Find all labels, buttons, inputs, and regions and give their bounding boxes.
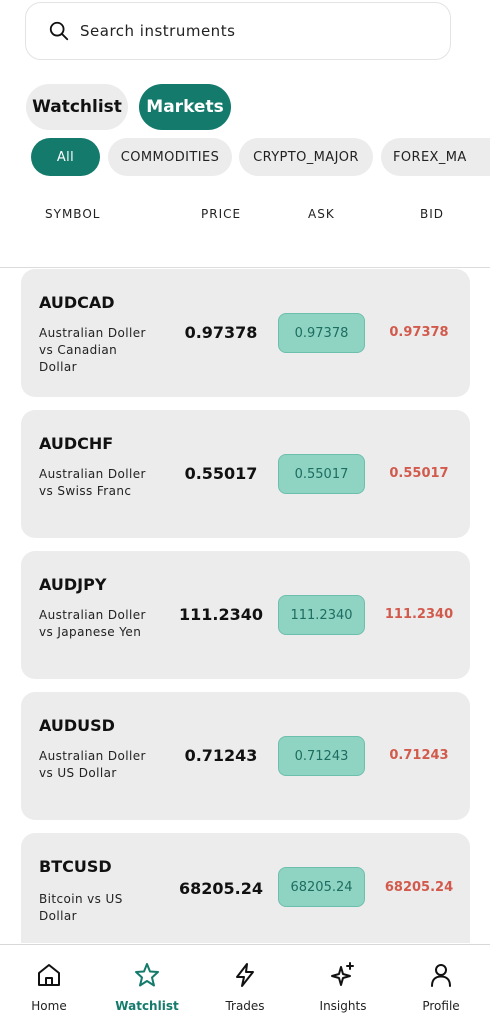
filter-chip-forex-major[interactable]: FOREX_MA: [381, 138, 490, 176]
instrument-price: 0.71243: [184, 746, 258, 765]
bid-price[interactable]: 111.2340: [377, 607, 461, 622]
home-icon: [38, 964, 60, 986]
column-header-ask: ASK: [308, 207, 335, 221]
ask-button[interactable]: 0.71243: [278, 736, 365, 776]
lightning-icon: [236, 963, 254, 987]
nav-item-insights[interactable]: Insights: [303, 961, 383, 1013]
segment-markets[interactable]: Markets: [139, 84, 231, 130]
filter-chip-all[interactable]: All: [31, 138, 100, 176]
ask-button[interactable]: 111.2340: [278, 595, 365, 635]
instrument-card[interactable]: BTCUSD Bitcoin vs US Dollar 68205.24 682…: [21, 833, 470, 943]
filter-chip-commodities[interactable]: COMMODITIES: [108, 138, 232, 176]
instrument-symbol: AUDJPY: [39, 575, 107, 594]
nav-item-watchlist[interactable]: Watchlist: [107, 961, 187, 1013]
header-divider: [0, 267, 490, 268]
app-screen: Watchlist Markets All COMMODITIES CRYPTO…: [0, 0, 490, 1024]
ask-button[interactable]: 68205.24: [278, 867, 365, 907]
instrument-price: 0.97378: [184, 323, 258, 342]
sparkle-icon: [331, 962, 354, 986]
instrument-symbol: AUDCHF: [39, 434, 114, 453]
person-icon: [431, 964, 451, 987]
instrument-symbol: AUDCAD: [39, 293, 115, 312]
bid-price[interactable]: 0.97378: [377, 325, 461, 340]
instrument-symbol: BTCUSD: [39, 857, 112, 876]
instrument-price: 68205.24: [178, 879, 263, 898]
instrument-card[interactable]: AUDJPY Australian Doller vs Japanese Yen…: [21, 551, 470, 679]
search-icon: [49, 21, 69, 41]
instrument-price: 111.2340: [178, 605, 263, 624]
segment-watchlist[interactable]: Watchlist: [26, 84, 128, 130]
column-header-symbol: SYMBOL: [45, 207, 101, 221]
instrument-card[interactable]: AUDCAD Australian Doller vs Canadian Dol…: [21, 269, 470, 397]
instrument-price: 0.55017: [184, 464, 258, 483]
instrument-description: Australian Doller vs Swiss Franc: [39, 467, 146, 498]
instrument-description: Bitcoin vs US Dollar: [39, 892, 123, 923]
instrument-symbol: AUDUSD: [39, 716, 115, 735]
nav-item-trades[interactable]: Trades: [205, 961, 285, 1013]
column-header-price: PRICE: [201, 207, 242, 221]
nav-label-trades: Trades: [225, 999, 265, 1013]
search-bar[interactable]: [25, 2, 451, 60]
star-icon: [135, 963, 159, 987]
filter-chip-crypto-major[interactable]: CRYPTO_MAJOR: [239, 138, 373, 176]
instrument-description: Australian Doller vs Japanese Yen: [39, 608, 146, 639]
instrument-description: Australian Doller vs US Dollar: [39, 749, 146, 780]
filter-chips: All COMMODITIES CRYPTO_MAJOR FOREX_MA: [0, 138, 490, 178]
instrument-card[interactable]: AUDUSD Australian Doller vs US Dollar 0.…: [21, 692, 470, 820]
instrument-card[interactable]: AUDCHF Australian Doller vs Swiss Franc …: [21, 410, 470, 538]
ask-button[interactable]: 0.97378: [278, 313, 365, 353]
nav-label-profile: Profile: [422, 999, 460, 1013]
ask-button[interactable]: 0.55017: [278, 454, 365, 494]
bid-price[interactable]: 0.55017: [377, 466, 461, 481]
bid-price[interactable]: 68205.24: [377, 880, 461, 895]
column-header-bid: BID: [420, 207, 445, 221]
nav-label-watchlist: Watchlist: [115, 999, 179, 1013]
nav-label-home: Home: [31, 999, 67, 1013]
bid-price[interactable]: 0.71243: [377, 748, 461, 763]
nav-label-insights: Insights: [319, 999, 367, 1013]
instrument-description: Australian Doller vs Canadian Dollar: [39, 326, 146, 374]
nav-item-profile[interactable]: Profile: [401, 961, 481, 1013]
search-input[interactable]: [80, 22, 400, 40]
bottom-nav: Home Watchlist Trades Insights Profile: [0, 944, 490, 1024]
nav-item-home[interactable]: Home: [9, 961, 89, 1013]
